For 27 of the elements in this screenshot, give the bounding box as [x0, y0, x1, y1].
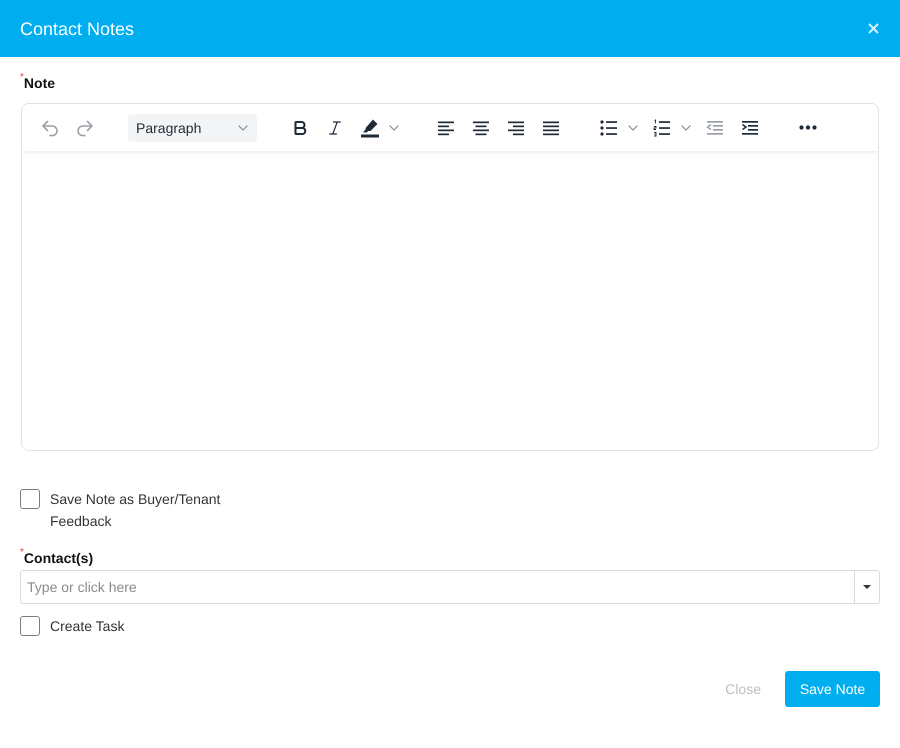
checkbox[interactable]: [20, 489, 40, 509]
ellipsis-icon: [799, 125, 817, 130]
checkbox-label: Create Task: [50, 617, 124, 636]
field-label: Note: [24, 75, 56, 91]
caret-down-icon: [863, 585, 871, 589]
close-text-button[interactable]: Close: [725, 671, 761, 707]
undo-icon: [40, 118, 60, 138]
numbered-list-icon: [652, 118, 672, 138]
contacts-input-field[interactable]: Type or click here: [20, 570, 854, 604]
required-mark: *: [20, 73, 24, 83]
field-label: Contact(s): [24, 550, 94, 566]
bulleted-list-icon: [599, 118, 619, 138]
chevron-down-icon: [238, 124, 248, 130]
highlighter-icon: [360, 118, 380, 138]
dialog-title: Contact Notes: [20, 18, 134, 40]
italic-icon: [326, 118, 344, 136]
chevron-down-icon: [681, 124, 691, 130]
save-button[interactable]: Save Note: [785, 671, 880, 707]
chevron-down-icon: [389, 124, 399, 130]
chevron-down-icon: [628, 124, 638, 130]
close-icon: [868, 23, 879, 34]
checkbox[interactable]: [20, 616, 40, 636]
paragraph-style-select[interactable]: Paragraph: [128, 114, 257, 142]
redo-icon: [75, 118, 95, 138]
required-mark: *: [20, 548, 24, 558]
checkbox-label: Save Note as Buyer/Tenant Feedback: [50, 490, 222, 531]
dropdown-toggle-button[interactable]: [854, 570, 880, 604]
